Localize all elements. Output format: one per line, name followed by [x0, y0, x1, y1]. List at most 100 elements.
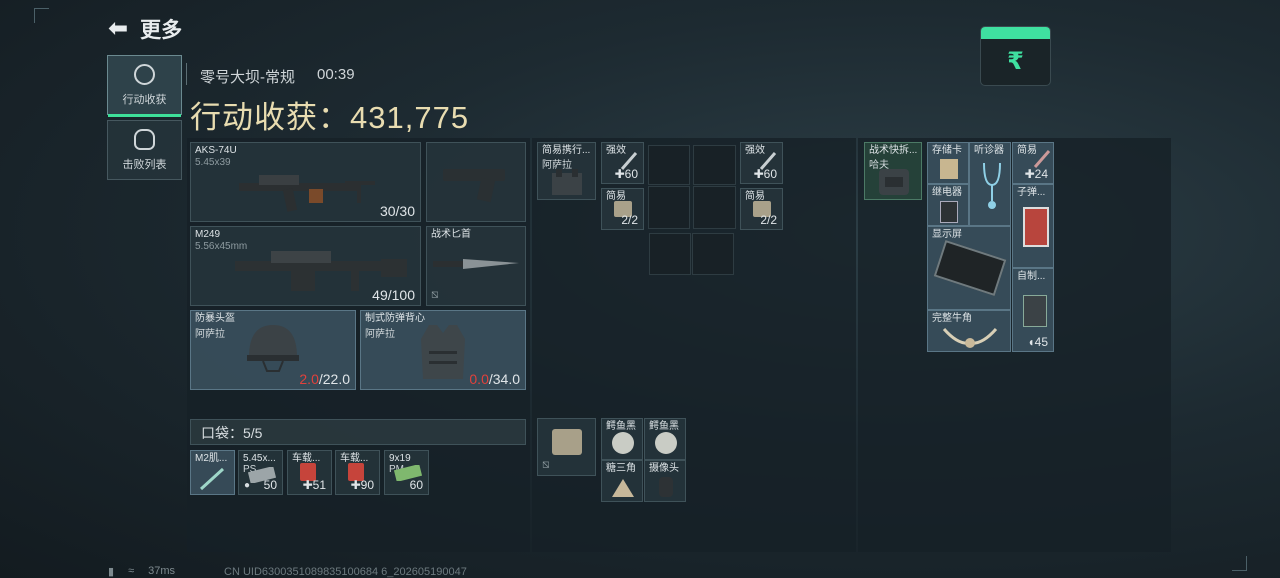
back-arrow-icon: ⬅ — [108, 15, 129, 42]
item-count: ✚24 — [1024, 167, 1048, 181]
rig-empty-slot[interactable] — [648, 186, 690, 229]
item-count: ✚51 — [302, 478, 326, 492]
item-count: 60 — [409, 478, 423, 492]
loot-value: 行动收获：431,775 — [190, 92, 469, 137]
weapon-caliber: 5.45x39 — [195, 157, 231, 168]
user-uid: CN UID6300351089835100684 6_202605190047 — [224, 566, 467, 578]
safe-item[interactable]: 鳄鱼黑 — [601, 418, 643, 460]
rig-empty-slot[interactable] — [692, 233, 734, 275]
corner-mark-top-left — [34, 8, 49, 23]
vest-durability: 0.0/34.0 — [469, 371, 520, 387]
rig-empty-slot[interactable] — [693, 186, 736, 229]
status-bar: ▮ ≈ 37ms — [108, 565, 175, 578]
helmet-durability: 2.0/22.0 — [299, 371, 350, 387]
loot-label: 行动收获： — [190, 100, 350, 135]
shield-icon: ◖ — [1027, 335, 1035, 349]
heal-icon: ✚ — [753, 167, 764, 181]
backpack-item[interactable]: 子弹... — [1012, 184, 1054, 268]
skull-icon — [134, 128, 155, 150]
weapon-ammo: 30/30 — [379, 203, 415, 219]
rupee-icon: ₹ — [1007, 48, 1024, 75]
backpack-item[interactable]: 继电器 — [927, 184, 969, 226]
stethoscope-icon — [983, 162, 1001, 209]
secondary-weapon-slot[interactable]: M249 5.56x45mm 49/100 — [190, 226, 421, 306]
backpack-item[interactable]: 完整牛角 — [927, 310, 1011, 352]
heal-icon: ✚ — [350, 478, 361, 492]
item-count: 50 — [263, 478, 277, 492]
tab-kills-label: 击败列表 — [122, 158, 167, 171]
vest-icon — [421, 325, 465, 379]
item-label: 完整牛角 — [932, 313, 972, 324]
item-label: 子弹... — [1017, 187, 1046, 198]
tab-kills[interactable]: 击败列表 — [107, 120, 182, 180]
safe-item[interactable]: 糖三角 — [601, 460, 643, 502]
vest-sub: 阿萨拉 — [365, 329, 395, 340]
rig-icon — [552, 169, 582, 195]
chest-rig-slot[interactable]: 简易携行... 阿萨拉 — [537, 142, 596, 200]
coin-icon — [612, 432, 634, 454]
item-count: ✚60 — [614, 167, 638, 181]
camera-icon — [659, 477, 673, 497]
weapon-name: AKS-74U — [195, 145, 237, 156]
helmet-sub: 阿萨拉 — [195, 329, 225, 340]
safe-item[interactable]: 摄像头 — [644, 460, 686, 502]
pouch-item[interactable]: 车载... ✚51 — [287, 450, 332, 495]
rig-item[interactable]: 强效 ✚60 — [601, 142, 644, 184]
rig-empty-slot[interactable] — [648, 145, 690, 185]
rig-item[interactable]: 简易 2/2 — [601, 188, 644, 230]
item-label: 存储卡 — [932, 145, 962, 156]
backpack-item[interactable]: 听诊器 — [969, 142, 1011, 226]
rig-empty-slot[interactable] — [649, 233, 691, 275]
pouch-count: 5/5 — [243, 425, 263, 441]
helmet-slot[interactable]: 防暴头盔 阿萨拉 2.0/22.0 — [190, 310, 356, 390]
wifi-icon: ≈ — [128, 565, 135, 577]
heal-icon: ✚ — [302, 478, 313, 492]
safe-case-icon — [552, 429, 582, 455]
match-time: 00:39 — [317, 66, 355, 83]
safe-item[interactable]: 鳄鱼黑 — [644, 418, 686, 460]
item-count: ✚60 — [753, 167, 777, 181]
back-button[interactable]: ⬅ 更多 — [108, 14, 182, 44]
map-name: 零号大坝-常规 — [200, 69, 295, 86]
backpack-item[interactable]: 自制... ◖45 — [1012, 268, 1054, 352]
vest-name: 制式防弹背心 — [365, 313, 425, 324]
pouch-item[interactable]: 车载... ✚90 — [335, 450, 380, 495]
battery-icon: ▮ — [108, 566, 115, 578]
currency-accent-bar — [981, 27, 1050, 39]
no-insurance-icon: ⧅ — [431, 287, 439, 301]
safe-box-slot[interactable]: ⧅ — [537, 418, 596, 476]
heal-icon: ✚ — [1024, 167, 1035, 181]
backpack-item[interactable]: 显示屏 — [927, 226, 1011, 310]
pouch-item[interactable]: 9x19 PM 60 — [384, 450, 429, 495]
vest-slot[interactable]: 制式防弹背心 阿萨拉 0.0/34.0 — [360, 310, 526, 390]
pouch-item[interactable]: M2肌... — [190, 450, 235, 495]
backpack-item[interactable]: 存储卡 — [927, 142, 969, 184]
page-title: 更多 — [140, 19, 183, 42]
display-screen-icon — [933, 240, 1007, 296]
item-count: 2/2 — [760, 213, 777, 227]
ammo-pack-icon — [1023, 207, 1049, 247]
corner-mark-bottom-right — [1232, 556, 1247, 571]
rig-item[interactable]: 强效 ✚60 — [740, 142, 783, 184]
item-label: 显示屏 — [932, 229, 962, 240]
pistol-slot[interactable] — [426, 142, 526, 222]
item-label: 糖三角 — [606, 463, 636, 474]
tab-loot[interactable]: 行动收获 — [107, 55, 182, 117]
currency-button[interactable]: ₹ — [980, 26, 1051, 86]
rig-item[interactable]: 简易 2/2 — [740, 188, 783, 230]
item-count: ✚90 — [350, 478, 374, 492]
pouch-label: 口袋： — [201, 425, 243, 441]
weapon-ammo: 49/100 — [372, 287, 415, 303]
triangle-artifact-icon — [612, 479, 634, 497]
melee-slot[interactable]: 战术匕首 ⧅ — [426, 226, 526, 306]
item-count: ◖45 — [1027, 335, 1048, 349]
backpack-slot[interactable]: 战术快拆... 哈夫 — [864, 142, 922, 200]
syringe-icon — [199, 467, 225, 491]
rig-empty-slot[interactable] — [693, 145, 736, 185]
backpack-item[interactable]: 简易 ✚24 — [1012, 142, 1054, 184]
helmet-icon — [247, 325, 299, 372]
pouch-item[interactable]: 5.45x... PS ● 50 — [238, 450, 283, 495]
item-label: 继电器 — [932, 187, 962, 198]
compass-icon — [134, 63, 155, 85]
primary-weapon-slot[interactable]: AKS-74U 5.45x39 30/30 — [190, 142, 421, 222]
